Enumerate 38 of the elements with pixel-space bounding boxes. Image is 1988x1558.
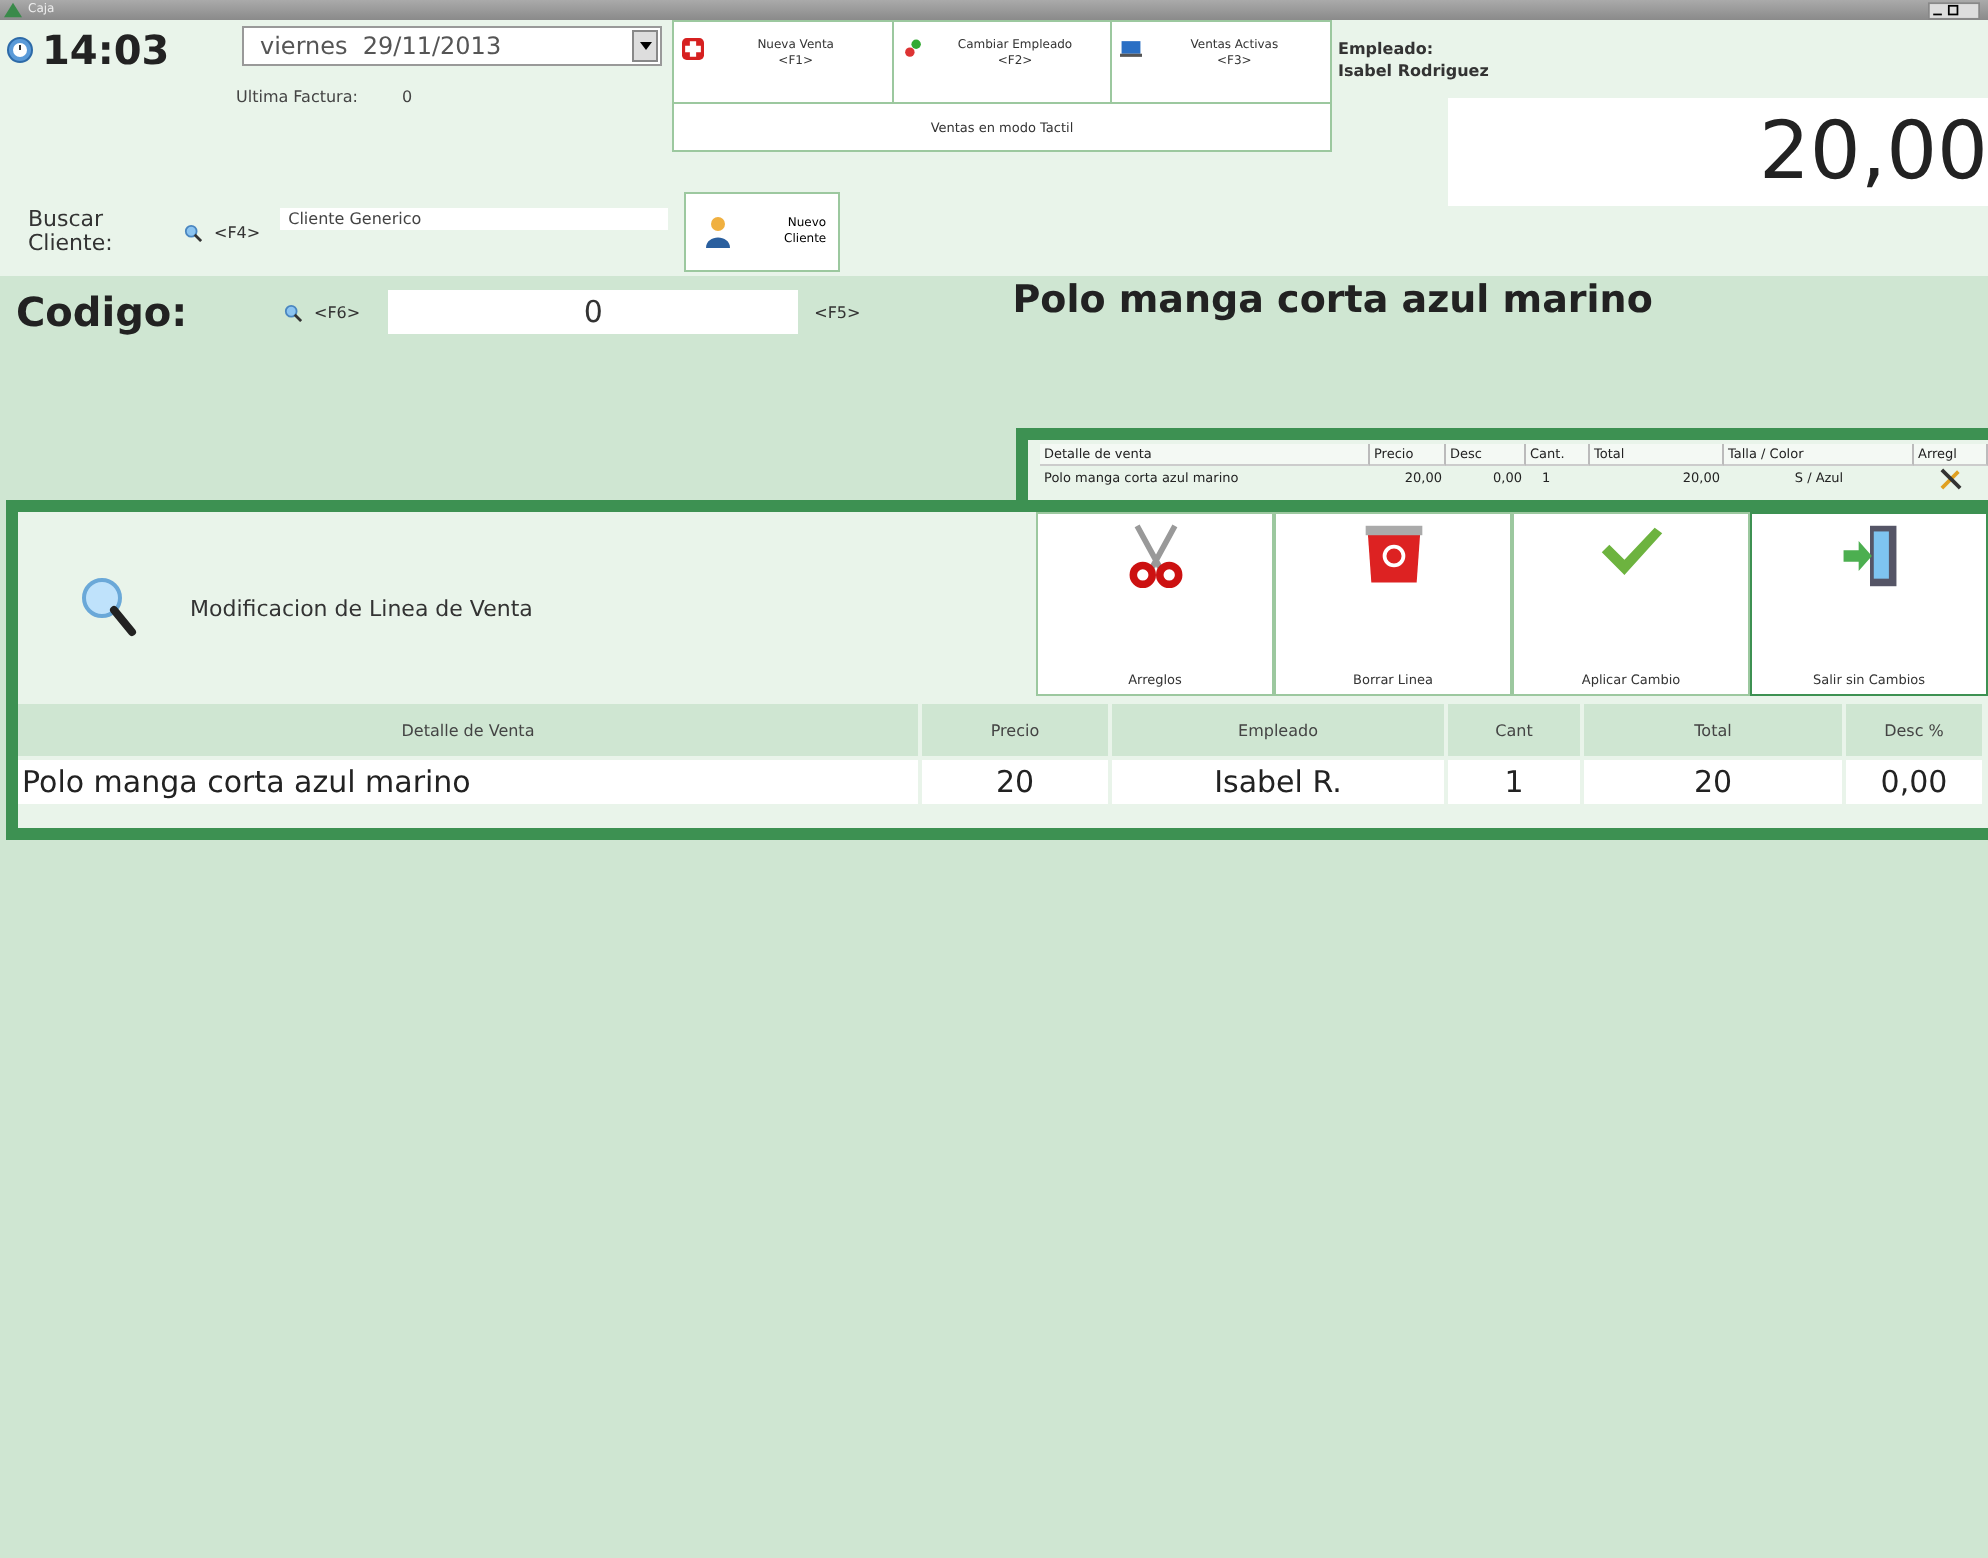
customer-search-label: Buscar Cliente: xyxy=(28,208,115,256)
monitor-icon xyxy=(1120,38,1143,60)
magnifier-icon xyxy=(78,574,138,642)
search-icon[interactable] xyxy=(284,303,302,321)
tools-icon[interactable] xyxy=(1940,467,1962,489)
column-header: Total xyxy=(1584,704,1846,756)
table-cell: 20 xyxy=(1584,760,1846,804)
table-cell: 1 xyxy=(1448,760,1584,804)
code-label: Codigo: xyxy=(16,288,190,336)
employee-name: Isabel Rodriguez xyxy=(1338,60,1491,82)
column-header: Cant xyxy=(1448,704,1584,756)
window-controls-icon[interactable] xyxy=(1928,1,1980,19)
date-dropdown[interactable]: viernes 29/11/2013 xyxy=(242,26,662,66)
product-name: Polo manga corta azul marino xyxy=(1012,278,1653,322)
column-header: Precio xyxy=(922,704,1112,756)
customer-field[interactable]: Cliente Generico xyxy=(280,207,669,229)
clock-icon[interactable] xyxy=(6,36,34,64)
table-cell: 20 xyxy=(922,760,1112,804)
last-invoice-number: 0 xyxy=(401,88,413,106)
column-header: Desc % xyxy=(1846,704,1986,756)
table-cell: Polo manga corta azul marino xyxy=(18,760,922,804)
panel-title: Modificacion de Linea de Venta xyxy=(190,595,533,621)
person-icon xyxy=(706,216,731,248)
column-header: Empleado xyxy=(1112,704,1448,756)
search-icon[interactable] xyxy=(184,223,202,241)
employee-label: Empleado: xyxy=(1338,38,1436,60)
clock-time: 14:03 xyxy=(42,26,172,74)
shortcut-key: <F5> xyxy=(814,303,861,321)
code-field[interactable]: 0 xyxy=(388,290,799,334)
column-header: Detalle de Venta xyxy=(18,704,922,756)
table-cell: 0,00 xyxy=(1846,760,1986,804)
plus-cross-icon xyxy=(682,38,704,60)
shortcut-key: <F4> xyxy=(214,223,261,241)
last-invoice-label: Ultima Factura: xyxy=(236,88,358,106)
caret-icon xyxy=(639,42,651,50)
total-display: 20,00 xyxy=(1448,98,1988,206)
shortcut-key: <F6> xyxy=(314,303,361,321)
table-cell: Isabel R. xyxy=(1112,760,1448,804)
